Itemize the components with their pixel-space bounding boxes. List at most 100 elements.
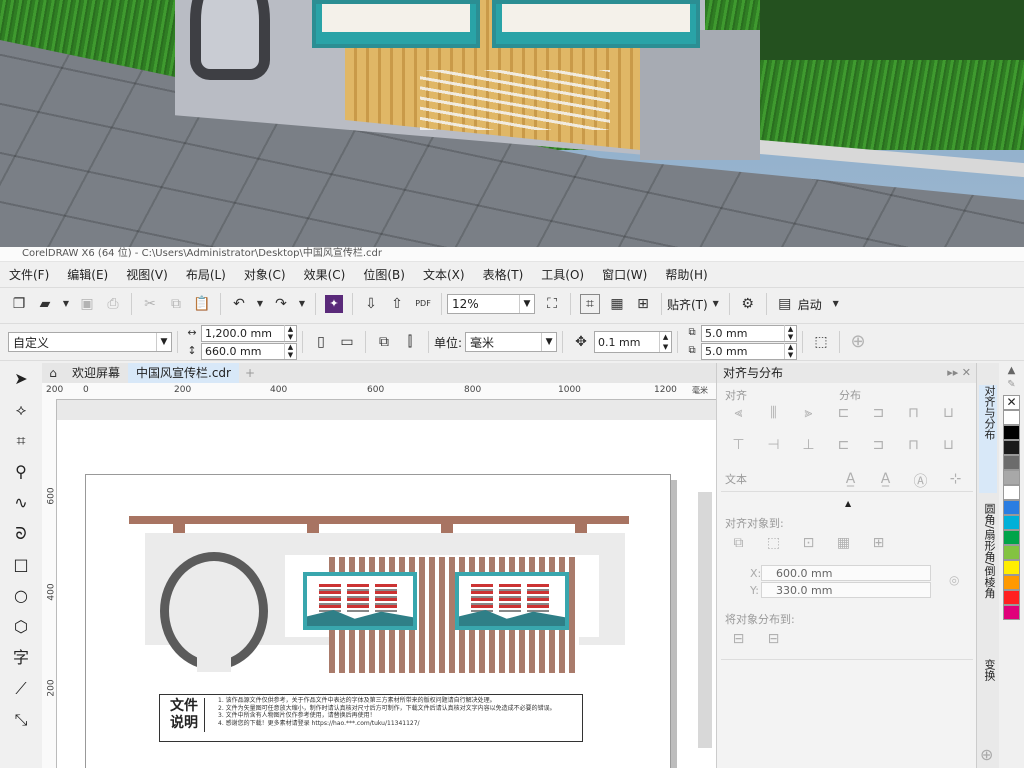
menu-window[interactable]: 窗口(W) — [593, 264, 656, 286]
import-icon[interactable]: ⇩ — [362, 295, 380, 313]
treat-as-filled-icon[interactable]: ⬚ — [812, 333, 830, 351]
page-width-input[interactable]: 1,200.0 mm ▲ ▼ — [201, 324, 297, 342]
page-edge-icon[interactable]: ⬚ — [756, 535, 791, 551]
tab-welcome-screen[interactable]: 欢迎屏幕 — [64, 363, 128, 383]
open-folder-icon[interactable]: ▰ — [36, 295, 54, 313]
connector-tool-icon[interactable]: ⤡ — [0, 704, 42, 735]
spin-arrows-icon[interactable]: ▲ ▼ — [284, 325, 296, 341]
docker-tab-align[interactable]: 对齐与分布 — [979, 385, 997, 493]
menu-effects[interactable]: 效果(C) — [295, 264, 355, 286]
text-first-line-icon[interactable]: A̲ — [833, 471, 868, 491]
pick-point-icon[interactable]: ◎ — [949, 573, 959, 587]
vertical-ruler[interactable]: 600 400 200 — [42, 383, 57, 768]
nudge-distance-input[interactable]: 0.1 mm ▲ ▼ — [594, 331, 673, 353]
dimension-tool-icon[interactable]: ⟋ — [0, 673, 42, 704]
distribute-left-icon[interactable]: ⊏ — [826, 405, 861, 421]
current-page-icon[interactable]: ⫿ — [401, 333, 419, 351]
docker-controls[interactable]: ▸▸ ✕ — [947, 363, 971, 383]
launch-button[interactable]: 启动 — [798, 296, 822, 313]
duplicate-x-input[interactable]: 5.0 mm ▲ ▼ — [701, 324, 798, 342]
units-select[interactable]: 毫米 ▼ — [465, 332, 558, 352]
show-rulers-icon[interactable]: ⌗ — [580, 294, 600, 314]
color-swatch[interactable] — [1003, 515, 1020, 530]
color-swatch[interactable] — [1003, 455, 1020, 470]
color-swatch[interactable] — [1003, 545, 1020, 560]
eyedropper-icon[interactable]: ✎ — [999, 379, 1024, 395]
distribute-center-icon[interactable]: ⊐ — [861, 405, 896, 421]
ellipse-tool-icon[interactable]: ○ — [0, 580, 42, 611]
chevron-down-icon[interactable]: ▼ — [298, 295, 306, 313]
docker-tab-transform[interactable]: 变换 — [979, 659, 997, 709]
distribute-top-icon[interactable]: ⊏ — [826, 437, 861, 453]
show-guidelines-icon[interactable]: ⊞ — [634, 295, 652, 313]
chevron-down-icon[interactable]: ▼ — [832, 295, 840, 313]
color-swatch[interactable] — [1003, 470, 1020, 485]
chevron-down-icon[interactable]: ▼ — [256, 295, 264, 313]
align-bottom-icon[interactable]: ⊥ — [791, 437, 826, 453]
full-screen-preview-icon[interactable]: ⛶ — [543, 295, 561, 313]
zoom-level-select[interactable]: 12% ▼ — [447, 294, 535, 314]
color-swatch[interactable] — [1003, 560, 1020, 575]
align-center-h-icon[interactable]: ⫼ — [756, 405, 791, 421]
horizontal-ruler[interactable]: 200 0 200 400 600 800 1000 1200 毫米 — [46, 383, 716, 400]
portrait-icon[interactable]: ▯ — [312, 333, 330, 351]
redo-icon[interactable]: ↷ — [272, 295, 290, 313]
corel-connect-icon[interactable]: ✦ — [325, 295, 343, 313]
distribute-middle-icon[interactable]: ⊐ — [861, 437, 896, 453]
spin-arrows-icon[interactable]: ▲ ▼ — [659, 332, 671, 352]
distribute-spacing-icon[interactable]: ⊓ — [896, 405, 931, 421]
color-swatch[interactable] — [1003, 605, 1020, 620]
export-icon[interactable]: ⇧ — [388, 295, 406, 313]
drawing-canvas[interactable]: 文件说明 1. 该作品源文件仅供参考，关于作品文件中表达的字体及第三方素材所带来… — [57, 400, 716, 768]
color-swatch[interactable] — [1003, 500, 1020, 515]
menu-help[interactable]: 帮助(H) — [656, 264, 716, 286]
distribute-bottom-icon[interactable]: ⊔ — [931, 437, 966, 453]
text-bbox-icon[interactable]: Ⓐ — [903, 471, 938, 491]
chevron-down-icon[interactable]: ▼ — [156, 333, 171, 351]
no-color-swatch[interactable]: ✕ — [1003, 395, 1020, 410]
add-icon[interactable]: ⊕ — [849, 333, 867, 351]
color-swatch[interactable] — [1003, 575, 1020, 590]
show-grid-icon[interactable]: ▦ — [608, 295, 626, 313]
active-objects-icon[interactable]: ⧉ — [721, 535, 756, 551]
palette-scroll-up-icon[interactable]: ▲ — [999, 365, 1024, 379]
distribute-v-spacing-icon[interactable]: ⊓ — [896, 437, 931, 453]
vertical-scrollbar[interactable] — [698, 492, 712, 748]
grid-icon[interactable]: ▦ — [826, 535, 861, 551]
paste-icon[interactable]: 📋 — [193, 295, 211, 313]
extent-of-page-icon[interactable]: ⊟ — [756, 631, 791, 647]
specified-point-icon[interactable]: ⊞ — [861, 535, 896, 551]
align-right-icon[interactable]: ⫸ — [791, 405, 826, 421]
menu-layout[interactable]: 布局(L) — [177, 264, 235, 286]
text-baseline-icon[interactable]: ⊹ — [938, 471, 973, 491]
application-launcher-icon[interactable]: ▤ — [776, 295, 794, 313]
color-swatch[interactable] — [1003, 425, 1020, 440]
collapse-arrow-icon[interactable]: ▲ — [845, 499, 851, 508]
align-top-icon[interactable]: ⊤ — [721, 437, 756, 453]
x-coordinate-field[interactable]: X: 600.0 mm — [750, 565, 931, 581]
spin-arrows-icon[interactable]: ▲ ▼ — [784, 325, 796, 341]
menu-object[interactable]: 对象(C) — [235, 264, 295, 286]
y-coordinate-field[interactable]: Y: 330.0 mm — [750, 582, 931, 598]
spin-arrows-icon[interactable]: ▲ ▼ — [784, 343, 796, 359]
color-swatch[interactable] — [1003, 530, 1020, 545]
menu-edit[interactable]: 编辑(E) — [58, 264, 117, 286]
cut-icon[interactable]: ✂ — [141, 295, 159, 313]
align-middle-icon[interactable]: ⊣ — [756, 437, 791, 453]
page-height-input[interactable]: 660.0 mm ▲ ▼ — [201, 342, 297, 360]
add-docker-icon[interactable]: ⊕ — [980, 745, 993, 764]
shape-tool-icon[interactable]: ⟡ — [0, 394, 42, 425]
color-swatch[interactable] — [1003, 410, 1020, 425]
chevron-down-icon[interactable]: ▼ — [541, 333, 556, 351]
duplicate-y-input[interactable]: 5.0 mm ▲ ▼ — [701, 342, 798, 360]
menu-view[interactable]: 视图(V) — [117, 264, 177, 286]
color-swatch[interactable] — [1003, 590, 1020, 605]
publish-pdf-icon[interactable]: PDF — [414, 295, 432, 313]
menu-tools[interactable]: 工具(O) — [532, 264, 593, 286]
new-document-icon[interactable]: ❐ — [10, 295, 28, 313]
tab-document[interactable]: 中国风宣传栏.cdr — [128, 363, 239, 383]
extent-of-selection-icon[interactable]: ⊟ — [721, 631, 756, 647]
landscape-icon[interactable]: ▭ — [338, 333, 356, 351]
chevron-down-icon[interactable]: ▼ — [519, 295, 534, 313]
page-center-icon[interactable]: ⊡ — [791, 535, 826, 551]
